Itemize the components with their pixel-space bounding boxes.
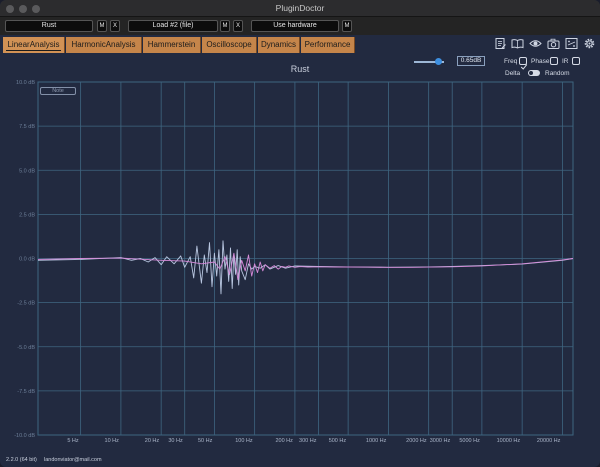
frequency-response-chart: -10.0 dB -7.5 dB -5.0 dB -2.5 dB 0.0 dB 2.5 d…: [14, 80, 574, 444]
x-tick-label: 500 Hz: [329, 438, 347, 444]
user-email: landonviator@mail.com: [44, 457, 102, 463]
x-tick-label: 100 Hz: [235, 438, 253, 444]
x-tick-label: 2000 Hz: [406, 438, 427, 444]
y-tick-label: 10.0 dB: [16, 80, 35, 86]
x-tick-label: 10 Hz: [105, 438, 120, 444]
y-tick-label: 5.0 dB: [19, 168, 35, 174]
x-tick-label: 20 Hz: [145, 438, 160, 444]
x-tick-label: 5 Hz: [67, 438, 79, 444]
x-tick-label: 1000 Hz: [366, 438, 387, 444]
note-field[interactable]: Note: [40, 87, 76, 95]
x-tick-label: 50 Hz: [198, 438, 213, 444]
y-tick-label: -7.5 dB: [17, 389, 35, 395]
x-tick-label: 300 Hz: [299, 438, 317, 444]
version-label: 2.2.0 (64 bit): [6, 457, 37, 463]
x-tick-label: 200 Hz: [275, 438, 293, 444]
y-tick-label: -5.0 dB: [17, 345, 35, 351]
y-tick-label: 0.0 dB: [19, 257, 35, 263]
y-tick-label: 7.5 dB: [19, 124, 35, 130]
y-tick-label: 2.5 dB: [19, 212, 35, 218]
x-tick-label: 10000 Hz: [497, 438, 521, 444]
y-tick-label: -10.0 dB: [14, 433, 35, 439]
plugin-doctor-window: PluginDoctor Rust M X Load #2 (file) M X…: [0, 0, 600, 467]
x-tick-label: 3000 Hz: [430, 438, 451, 444]
x-tick-label: 5000 Hz: [459, 438, 480, 444]
x-tick-label: 20000 Hz: [537, 438, 561, 444]
x-tick-label: 30 Hz: [168, 438, 183, 444]
series-line-right: [37, 252, 574, 281]
y-tick-label: -2.5 dB: [17, 301, 35, 307]
